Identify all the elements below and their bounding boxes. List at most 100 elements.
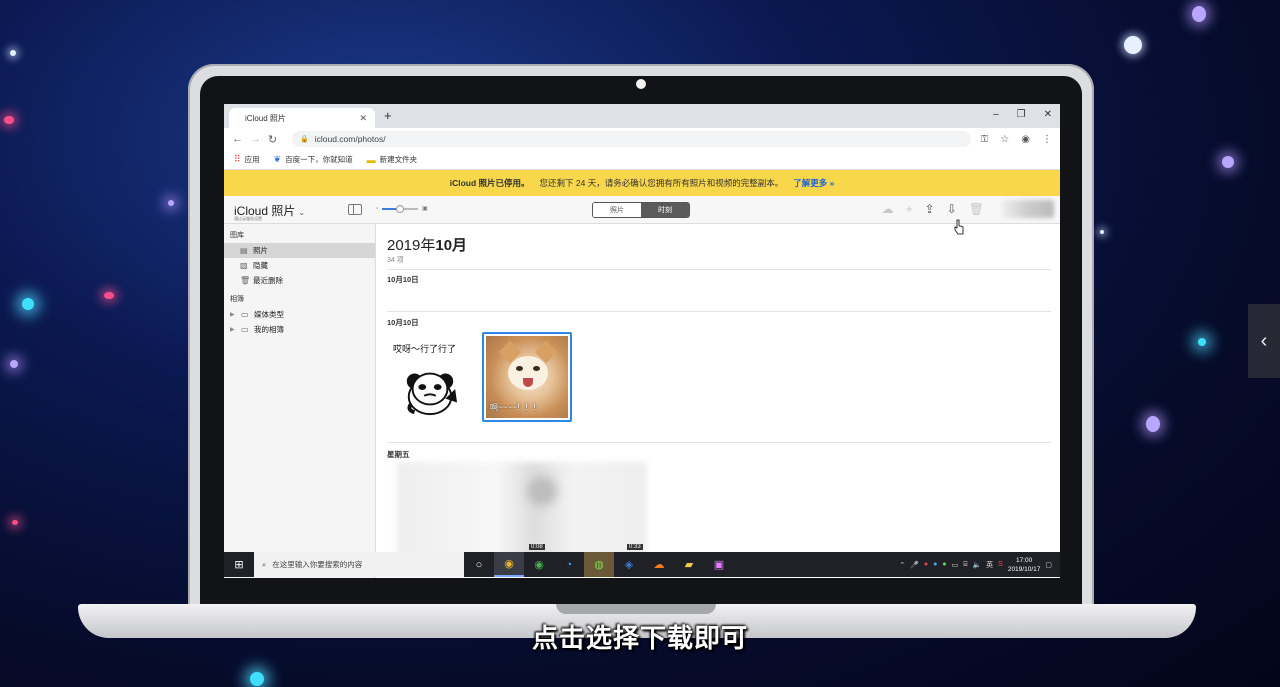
cat-eye (533, 366, 540, 371)
clock-date: 2019/10/17 (1007, 565, 1041, 573)
browser-tab[interactable]: iCloud 照片 ✕ (229, 108, 375, 128)
hidden-icon: ▧ (240, 261, 248, 270)
close-window-button[interactable]: ✕ (1044, 109, 1052, 120)
file-explorer-icon[interactable]: ▰ (674, 552, 704, 577)
delete-icon[interactable]: 🗑 (969, 202, 984, 216)
divider (387, 442, 1051, 443)
trash-icon: 🗑 (240, 276, 251, 285)
sidebar-item-label: 隐藏 (253, 261, 268, 270)
key-icon[interactable]: ⚿ (981, 134, 989, 145)
photos-toolbar: iCloud 照片 ⌄ 通过云服务设置 ▫ ▣ 照片 时刻 ☁ + ⇪ ⇩ 🗑 (224, 196, 1060, 224)
laptop-screen: iCloud 照片 ✕ + – ❐ ✕ ← → ↻ 🔒 icloud.com/p… (224, 104, 1060, 578)
sidebar-toggle-icon[interactable] (348, 204, 362, 215)
chevron-left-icon[interactable]: ‹ (1248, 304, 1280, 378)
bookmark-baidu[interactable]: ❦ 百度一下，你就知道 (274, 154, 353, 165)
star (1192, 6, 1206, 22)
forward-icon[interactable]: → (250, 133, 268, 145)
blurred-photo-detail (527, 476, 557, 506)
window-controls: – ❐ ✕ (993, 109, 1052, 120)
sidebar-item-photos[interactable]: ▤ 照片 (224, 243, 375, 258)
photo-thumbnail-selected[interactable]: 啊~~~~！！！ (482, 332, 572, 422)
star (1100, 230, 1104, 234)
bookmark-label: 百度一下，你就知道 (285, 155, 353, 164)
panda-meme-image (406, 372, 458, 416)
folder-icon: ▬ (366, 154, 376, 165)
video-duration: 0:33 (627, 544, 643, 550)
zoom-out-icon[interactable]: ▫ (376, 206, 378, 212)
chevron-down-icon: ⌄ (298, 208, 306, 217)
bookmark-label: 新建文件夹 (379, 155, 418, 164)
sidebar-item-media-types[interactable]: ▶ ▭ 媒体类型 (224, 307, 375, 322)
sidebar-item-my-albums[interactable]: ▶ ▭ 我的相簿 (224, 322, 375, 337)
sidebar-item-hidden[interactable]: ▧ 隐藏 (224, 258, 375, 273)
reload-icon[interactable]: ↻ (268, 133, 286, 146)
disclosure-triangle-icon[interactable]: ▶ (230, 311, 236, 318)
albums-header: 相簿 (230, 296, 244, 303)
add-icon[interactable]: + (906, 202, 913, 216)
show-hidden-icons-icon[interactable]: ⌃ (899, 561, 905, 569)
zoom-slider[interactable]: ▫ ▣ (376, 204, 428, 213)
star (250, 672, 264, 686)
share-icon[interactable]: ⇪ (925, 202, 935, 216)
minimize-button[interactable]: – (993, 109, 999, 120)
folder-icon: ▭ (241, 325, 249, 334)
baidu-icon: ❦ (273, 154, 282, 164)
sidebar-item-label: 最近删除 (253, 276, 283, 285)
view-segmented-control: 照片 时刻 (592, 202, 690, 218)
sogou-icon[interactable]: S (998, 561, 1003, 568)
sidebar-item-label: 照片 (253, 246, 268, 255)
zoom-in-icon[interactable]: ▣ (422, 205, 428, 212)
bookmark-apps[interactable]: ⠿ 应用 (234, 154, 260, 165)
disclosure-triangle-icon[interactable]: ▶ (230, 326, 236, 333)
premiere-app-icon[interactable]: ▣ (704, 552, 734, 577)
tray-app-icon[interactable]: ● (933, 561, 937, 568)
segment-moments[interactable]: 时刻 (641, 203, 689, 217)
ime-indicator[interactable]: 英 (986, 560, 993, 570)
app-icon[interactable]: ◈ (614, 552, 644, 577)
new-tab-button[interactable]: + (384, 108, 392, 123)
video-subtitle: 点击选择下载即可 (531, 623, 748, 653)
system-clock[interactable]: 17:00 2019/10/17 (1008, 556, 1041, 574)
sidebar-item-recently-deleted[interactable]: 🗑 最近删除 (224, 273, 375, 288)
taskbar-search-input[interactable]: ⌕ 在这里输入你要搜索的内容 (254, 552, 464, 577)
wechat-app-icon[interactable]: ◍ (584, 552, 614, 577)
network-icon[interactable]: ⌸ (963, 561, 967, 569)
profile-icon[interactable]: ◉ (1021, 134, 1030, 145)
microphone-icon[interactable]: 🎤 (910, 561, 919, 569)
photo-thumbnail[interactable]: 哎呀～行了行了 (387, 336, 473, 424)
tray-app-icon[interactable]: ▭ (952, 561, 959, 569)
tray-app-icon[interactable]: ● (924, 561, 928, 568)
star (1198, 338, 1206, 346)
blurred-photo[interactable] (397, 462, 647, 562)
cloud-app-icon[interactable]: ☁ (644, 552, 674, 577)
windows-start-icon[interactable]: ⊞ (224, 552, 254, 577)
chrome-app-icon[interactable]: ◉ (524, 552, 554, 577)
divider (387, 269, 1051, 270)
upload-icon[interactable]: ☁ (882, 202, 894, 216)
back-icon[interactable]: ← (232, 133, 250, 145)
segment-photos[interactable]: 照片 (593, 203, 641, 217)
meme-caption: 哎呀～行了行了 (393, 344, 457, 354)
notification-icon[interactable]: ▢ (1045, 561, 1052, 569)
star (4, 116, 14, 124)
speaker-icon[interactable]: 🔈 (972, 561, 981, 569)
task-view-icon[interactable]: ○ (464, 552, 494, 577)
url-input[interactable]: 🔒 icloud.com/photos/ (292, 131, 971, 147)
zoom-knob[interactable] (396, 204, 405, 213)
menu-icon[interactable]: ⋮ (1042, 134, 1052, 145)
chrome-app-icon[interactable]: ◉ (494, 552, 524, 577)
zoom-track[interactable] (382, 204, 419, 213)
system-tray: ⌃ 🎤 ● ● ● ▭ ⌸ 🔈 英 S 17:00 2019/10/17 ▢ (899, 556, 1060, 574)
maximize-button[interactable]: ❐ (1017, 109, 1026, 120)
wechat-tray-icon[interactable]: ● (942, 561, 946, 568)
icloud-disabled-banner: iCloud 照片已停用。 您还剩下 24 天，请务必确认您拥有所有照片和视频的… (224, 170, 1060, 196)
star-bookmark-icon[interactable]: ☆ (1000, 134, 1009, 145)
browser-app-icon[interactable]: ◔ (554, 552, 584, 577)
bookmark-folder[interactable]: ▬ 新建文件夹 (367, 154, 418, 165)
download-icon[interactable]: ⇩ (947, 202, 957, 216)
account-avatar[interactable] (1002, 200, 1054, 218)
learn-more-link[interactable]: 了解更多 » (793, 177, 834, 189)
star (12, 520, 18, 525)
star (1124, 36, 1142, 54)
close-tab-icon[interactable]: ✕ (359, 113, 367, 124)
